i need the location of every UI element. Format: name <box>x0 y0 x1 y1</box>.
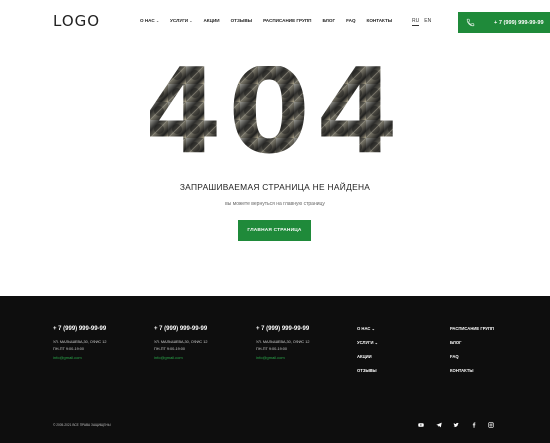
footer-phone[interactable]: + 7 (999) 999-99-99 <box>256 326 309 332</box>
footer-phone[interactable]: + 7 (999) 999-99-99 <box>53 326 106 332</box>
nav-item-blog[interactable]: БЛОГ <box>322 18 335 23</box>
nav-item-services[interactable]: УСЛУГИ⌄ <box>170 18 192 23</box>
footer-phone[interactable]: + 7 (999) 999-99-99 <box>154 326 207 332</box>
phone-icon <box>466 18 475 27</box>
nav-item-schedule[interactable]: РАСПИСАНИЕ ГРУПП <box>263 18 311 23</box>
footer-email[interactable]: info@gmail.com <box>53 355 106 360</box>
youtube-icon[interactable] <box>418 422 424 428</box>
footer-contact-2: + 7 (999) 999-99-99 УЛ. МАЛЫШЕВА,30, ОФИ… <box>154 326 207 360</box>
footer-email[interactable]: info@gmail.com <box>154 355 207 360</box>
footer-address: УЛ. МАЛЫШЕВА,30, ОФИС 12 <box>256 340 310 344</box>
footer-link-reviews[interactable]: ОТЗЫВЫ <box>357 368 378 373</box>
logo[interactable]: LOGO <box>53 12 100 30</box>
footer-link-contacts[interactable]: КОНТАКТЫ <box>450 368 494 373</box>
copyright: © 2005-2021 ВСЕ ПРАВА ЗАЩИЩЕНЫ <box>53 423 111 427</box>
footer-email[interactable]: info@gmail.com <box>256 355 309 360</box>
site-header: LOGO О НАС⌄ УСЛУГИ⌄ АКЦИИ ОТЗЫВЫ РАСПИСА… <box>0 0 550 44</box>
chevron-down-icon: ⌄ <box>374 340 379 345</box>
chevron-down-icon: ⌄ <box>155 18 160 23</box>
footer-menu-1: О НАС ⌄ УСЛУГИ ⌄ АКЦИИ ОТЗЫВЫ <box>357 326 378 382</box>
nav-item-promotions[interactable]: АКЦИИ <box>203 18 219 23</box>
page-title: ЗАПРАШИВАЕМАЯ СТРАНИЦА НЕ НАЙДЕНА <box>179 182 371 192</box>
nav-item-faq[interactable]: FAQ <box>346 18 355 23</box>
footer-contact-1: + 7 (999) 999-99-99 УЛ. МАЛЫШЕВА,30, ОФИ… <box>53 326 106 360</box>
error-code-404: 404 <box>150 66 395 160</box>
lang-ru[interactable]: RU <box>412 18 420 26</box>
footer-address: УЛ. МАЛЫШЕВА,30, ОФИС 12 <box>53 340 107 344</box>
footer-hours: ПН-ПТ 9:00-19:00 <box>256 347 287 351</box>
footer-menu-2: РАСПИСАНИЕ ГРУПП БЛОГ FAQ КОНТАКТЫ <box>450 326 494 382</box>
footer-link-faq[interactable]: FAQ <box>450 354 494 359</box>
nav-item-contacts[interactable]: КОНТАКТЫ <box>367 18 393 23</box>
chevron-down-icon: ⌄ <box>189 18 193 23</box>
header-phone-button[interactable]: + 7 (999) 999-99-99 <box>458 12 550 33</box>
language-switcher: RU EN <box>412 18 431 26</box>
twitter-icon[interactable] <box>453 422 459 428</box>
page-subtitle: вы можете вернуться на главную страницу <box>225 201 325 207</box>
instagram-icon[interactable] <box>488 422 494 428</box>
footer-hours: ПН-ПТ 9:00-19:00 <box>53 347 84 351</box>
nav-item-reviews[interactable]: ОТЗЫВЫ <box>231 18 253 23</box>
footer-link-about[interactable]: О НАС ⌄ <box>357 326 378 331</box>
error-code-text: 404 <box>150 66 395 160</box>
footer-link-services[interactable]: УСЛУГИ ⌄ <box>357 340 378 345</box>
telegram-icon[interactable] <box>436 422 442 428</box>
footer-link-promotions[interactable]: АКЦИИ <box>357 354 378 359</box>
home-page-button[interactable]: ГЛАВНАЯ СТРАНИЦА <box>238 220 311 241</box>
footer-hours: ПН-ПТ 9:00-19:00 <box>154 347 185 351</box>
footer-address: УЛ. МАЛЫШЕВА,30, ОФИС 12 <box>154 340 208 344</box>
site-footer: + 7 (999) 999-99-99 УЛ. МАЛЫШЕВА,30, ОФИ… <box>0 296 550 443</box>
facebook-icon[interactable] <box>471 422 477 428</box>
footer-link-schedule[interactable]: РАСПИСАНИЕ ГРУПП <box>450 326 494 331</box>
lang-en[interactable]: EN <box>424 18 431 26</box>
footer-link-blog[interactable]: БЛОГ <box>450 340 494 345</box>
main-nav: О НАС⌄ УСЛУГИ⌄ АКЦИИ ОТЗЫВЫ РАСПИСАНИЕ Г… <box>140 18 403 23</box>
header-phone-number: + 7 (999) 999-99-99 <box>494 19 544 26</box>
chevron-down-icon: ⌄ <box>371 326 376 331</box>
footer-contact-3: + 7 (999) 999-99-99 УЛ. МАЛЫШЕВА,30, ОФИ… <box>256 326 309 360</box>
nav-item-about[interactable]: О НАС⌄ <box>140 18 159 23</box>
